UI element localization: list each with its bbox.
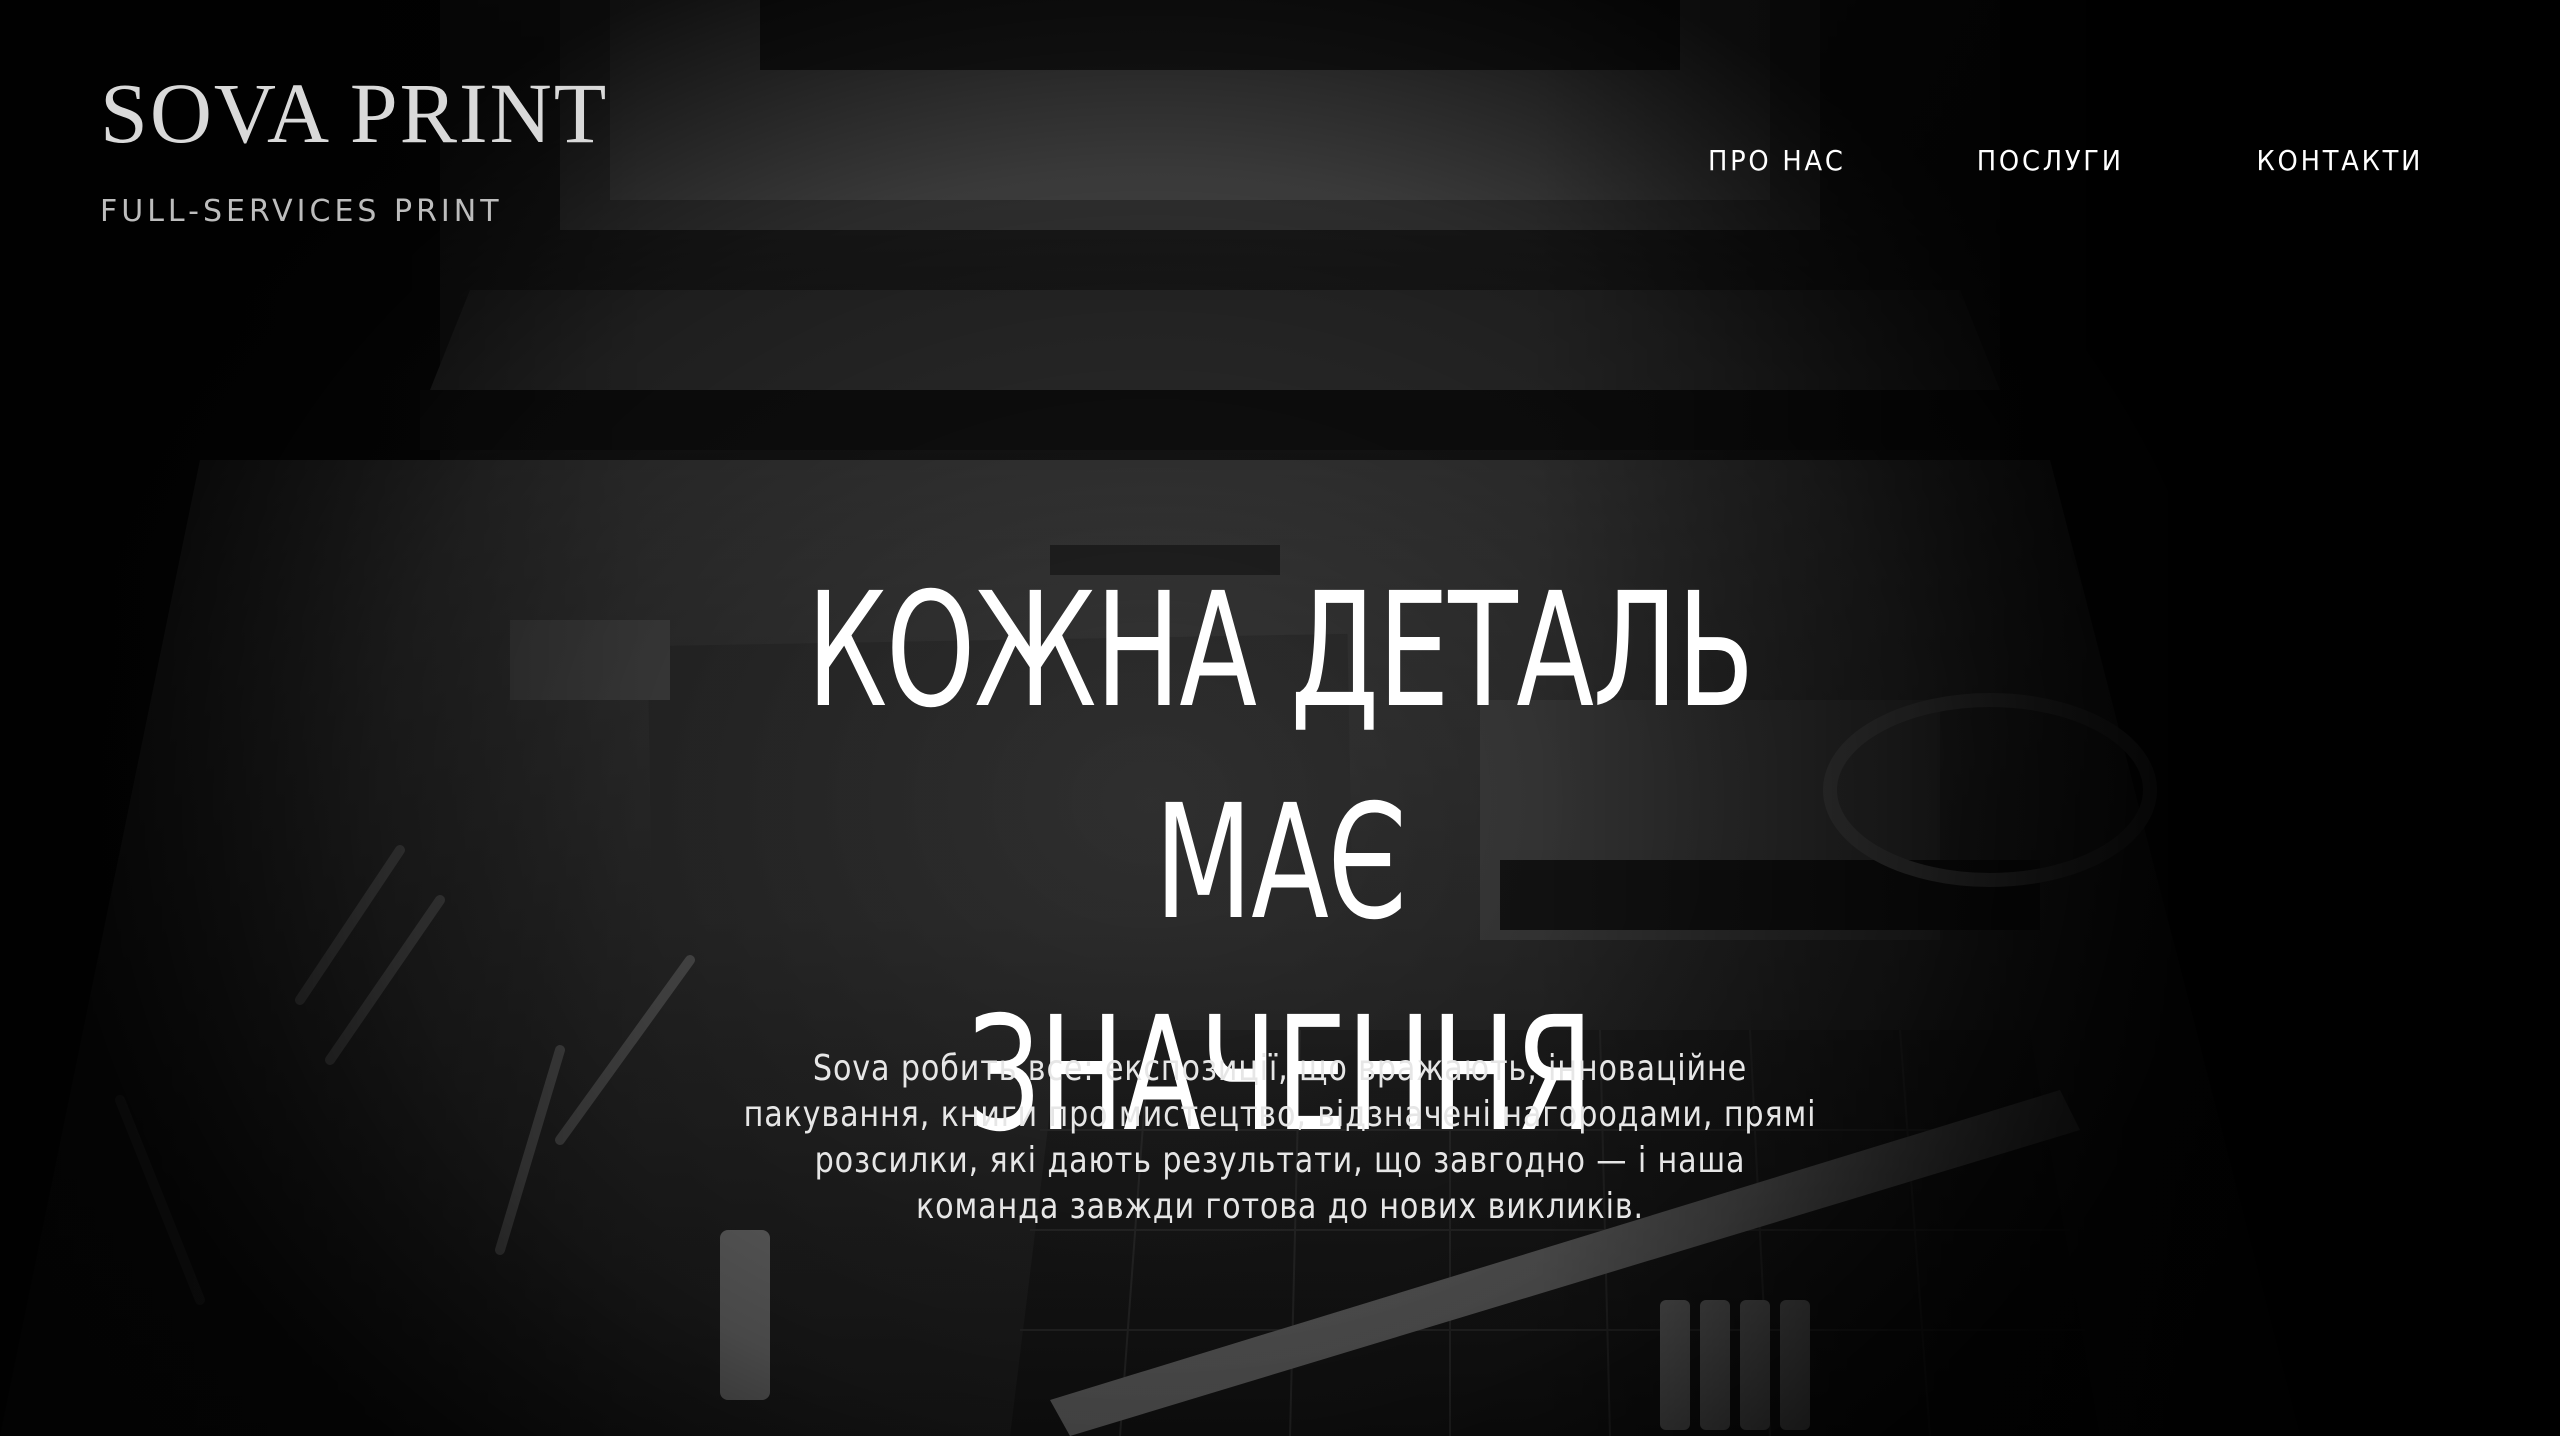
brand-tagline: FULL-SERVICES PRINT (100, 194, 503, 229)
brand-logo[interactable]: SOVA PRINT FULL-SERVICES PRINT (100, 70, 660, 229)
nav-link-services[interactable]: ПОСЛУГИ (1977, 144, 2124, 177)
nav-link-about[interactable]: ПРО НАС (1708, 144, 1846, 177)
nav-link-contacts[interactable]: КОНТАКТИ (2256, 144, 2423, 177)
main-nav: ПРО НАС ПОСЛУГИ КОНТАКТИ (1696, 144, 2423, 177)
brand-name: SOVA PRINT (100, 65, 609, 161)
hero-description-text: Sova робить все: експозиції, що вражають… (743, 1048, 1817, 1227)
hero-description: Sova робить все: експозиції, що вражають… (640, 1046, 1920, 1230)
landing-page: SOVA PRINT FULL-SERVICES PRINT ПРО НАС П… (0, 0, 2560, 1436)
hero-heading-line-1: КОЖНА ДЕТАЛЬ МАЄ (806, 559, 1755, 955)
